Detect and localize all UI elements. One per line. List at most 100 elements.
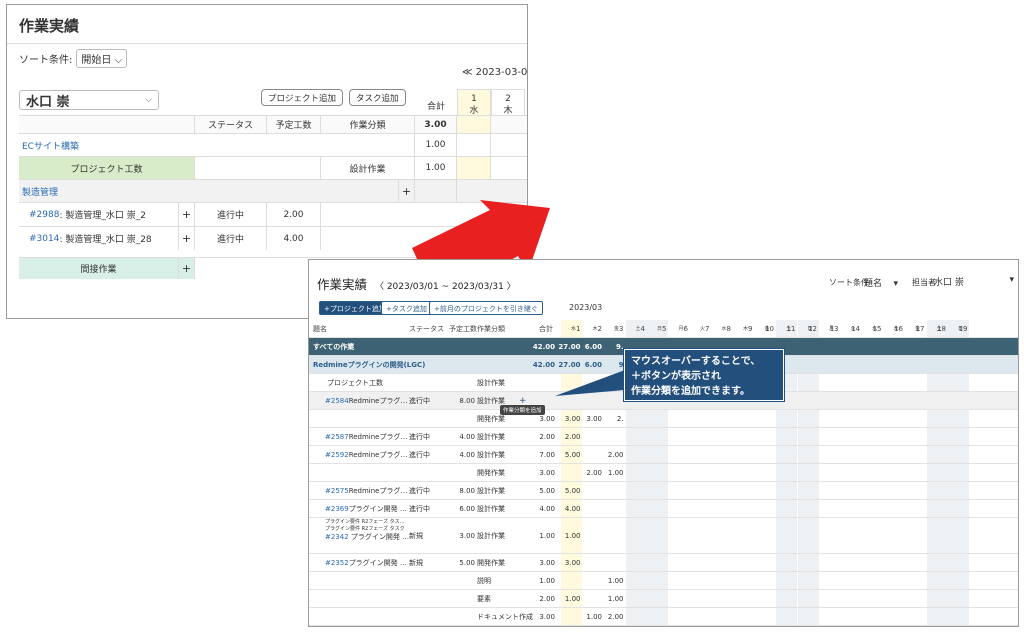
task-name-cell: #2587 Redmineプラグ…	[325, 428, 415, 445]
date-range[interactable]: 〈 2023/03/01 ~ 2023/03/31 〉	[375, 282, 516, 292]
sort-select[interactable]: 題名 ▾	[864, 276, 898, 289]
divider	[7, 43, 527, 44]
day-value[interactable]: 1.00	[604, 464, 624, 481]
day-value[interactable]: 27.00	[558, 338, 580, 355]
category-row: 開発作業 3.00 2.00 1.00	[309, 464, 1018, 482]
add-button[interactable]: +	[179, 203, 195, 226]
project-name[interactable]: ECサイト構築	[19, 134, 415, 156]
day-value[interactable]: 1.00	[561, 518, 581, 553]
task-id[interactable]: #2369	[325, 505, 349, 513]
row-name[interactable]: Redmineプラグインの開発(LGC)	[313, 356, 513, 373]
row-total: 42.00	[532, 342, 555, 351]
table-header-row: ステータス 予定工数 作業分類 3.00	[19, 115, 527, 133]
sort-label: ソート条件	[829, 278, 869, 287]
col-plan: 予定工数	[449, 324, 477, 333]
day-value[interactable]: 2.00	[604, 446, 624, 463]
task-plan: 6.00	[449, 626, 475, 627]
task-status: 進行中	[409, 486, 430, 495]
category-row: ドキュメント作成 3.00 1.00 2.00	[309, 608, 1018, 626]
sort-value: 開始日	[81, 55, 112, 66]
day-value[interactable]: 3.00	[561, 410, 581, 427]
task-name-cell: #2584 Redmineプラグ…	[325, 392, 415, 409]
row-category: 説明	[477, 576, 491, 585]
user-select[interactable]: 水口 崇 ⌵	[19, 90, 159, 110]
project-name[interactable]: 製造管理	[19, 180, 399, 202]
add-button[interactable]: +	[399, 180, 415, 202]
add-task-button[interactable]: +タスク追加	[381, 301, 432, 315]
task-plan: 8.00	[459, 396, 475, 405]
add-button[interactable]: +	[179, 258, 195, 279]
day-dow: 木	[592, 326, 598, 332]
day-value[interactable]: 1.00	[604, 572, 624, 589]
col-category: 作業分類	[477, 324, 505, 333]
task-id[interactable]: #2584	[325, 397, 349, 405]
day-value[interactable]: 2.00	[561, 428, 581, 445]
task-id[interactable]: #3014	[29, 234, 59, 244]
task-id[interactable]: #2587	[325, 433, 349, 441]
col-plan: 予定工数	[267, 116, 321, 133]
day-value[interactable]: 1.00	[583, 608, 602, 625]
day-value[interactable]: 1.00	[561, 590, 581, 607]
day-num: 1	[471, 94, 477, 104]
day-value[interactable]: 6.00	[583, 338, 602, 355]
total-value: 3.00	[415, 116, 457, 133]
day-value[interactable]: 2.00	[604, 608, 624, 625]
task-name-cell: #2575 Redmineプラグ…	[325, 482, 415, 499]
day-value[interactable]: 2.00	[583, 464, 602, 481]
day-value[interactable]: 5.00	[561, 482, 581, 499]
day-dow: 火	[850, 326, 856, 332]
chevron-down-icon: ⌵	[114, 55, 123, 66]
task-id[interactable]: #2575	[325, 487, 349, 495]
task-id[interactable]: #2342	[325, 533, 349, 541]
row-total: 1.00	[415, 157, 457, 179]
row-category: 設計作業	[477, 378, 505, 387]
row-total: 1.00	[415, 134, 457, 156]
day-dow: 土	[786, 326, 792, 332]
row-name	[327, 410, 417, 427]
day-value[interactable]: 3.00	[583, 410, 602, 427]
task-status: 新規	[409, 558, 423, 567]
row-total: 7.00	[539, 450, 555, 459]
sort-control: ソート条件: 開始日 ⌵	[19, 49, 128, 68]
task-name-cell: #2354 プラグイン開発 …	[325, 626, 415, 627]
day-value[interactable]: 5.00	[561, 446, 581, 463]
row-category: 設計作業	[477, 531, 505, 540]
sort-select[interactable]: 開始日 ⌵	[76, 49, 128, 68]
day-value[interactable]: 2.	[604, 410, 624, 427]
day-dow: 金	[764, 326, 770, 332]
row-category: 設計作業	[477, 432, 505, 441]
day-value[interactable]: 3.00	[561, 554, 581, 571]
day-value[interactable]: 9.	[604, 338, 624, 355]
month-label: 2023/03	[569, 303, 603, 312]
add-button[interactable]: +	[179, 227, 195, 250]
task-id[interactable]: #2592	[325, 451, 349, 459]
day-value[interactable]: 1.00	[604, 590, 624, 607]
task-id[interactable]: #2988	[29, 210, 59, 220]
callout-line: マウスオーバーすることで、	[631, 356, 761, 367]
add-project-button[interactable]: プロジェクト追加	[261, 89, 344, 106]
add-task-button[interactable]: タスク追加	[349, 89, 406, 106]
task-plan: 4.00	[459, 450, 475, 459]
task-name: Redmineプラグ…	[348, 432, 408, 441]
day-dow: 木	[893, 326, 899, 332]
row-category: 設計作業	[321, 157, 415, 179]
task-note: プラグイン要件 R2フェーズ タス…	[325, 519, 405, 525]
task-row: #2592 Redmineプラグ… 進行中 4.00 設計作業 7.00 5.00 2.00	[309, 446, 1018, 464]
row-total: 1.00	[539, 531, 555, 540]
date-range[interactable]: ≪ 2023-03-01	[462, 67, 527, 78]
row-total: 3.00	[539, 558, 555, 567]
assignee-value: 水口 崇	[934, 278, 964, 288]
task-id[interactable]: #2352	[325, 559, 349, 567]
task-plan: 8.00	[459, 486, 475, 495]
title-text: 作業実績	[317, 277, 368, 292]
row-total: 4.00	[539, 504, 555, 513]
day-value[interactable]: 4.00	[561, 500, 581, 517]
day-value[interactable]: 3.00	[561, 626, 581, 627]
task-name-cell: #2369 プラグイン開発 …	[325, 500, 415, 517]
row-category: 設計作業	[477, 504, 505, 513]
copy-previous-month-button[interactable]: +前月のプロジェクトを引き継ぐ	[429, 301, 543, 315]
tooltip: 作業分類を追加	[500, 405, 545, 415]
table-header-row: 題名 ステータス 予定工数 作業分類 合計 1 水 2 木 3 金 4 土 5 日 6 月 7 火 8 水 9 木 10 金 11…	[309, 320, 1018, 338]
assignee-select[interactable]: 水口 崇 ▾	[934, 275, 1014, 288]
callout-line: ＋ボタンが表示され	[631, 371, 721, 382]
